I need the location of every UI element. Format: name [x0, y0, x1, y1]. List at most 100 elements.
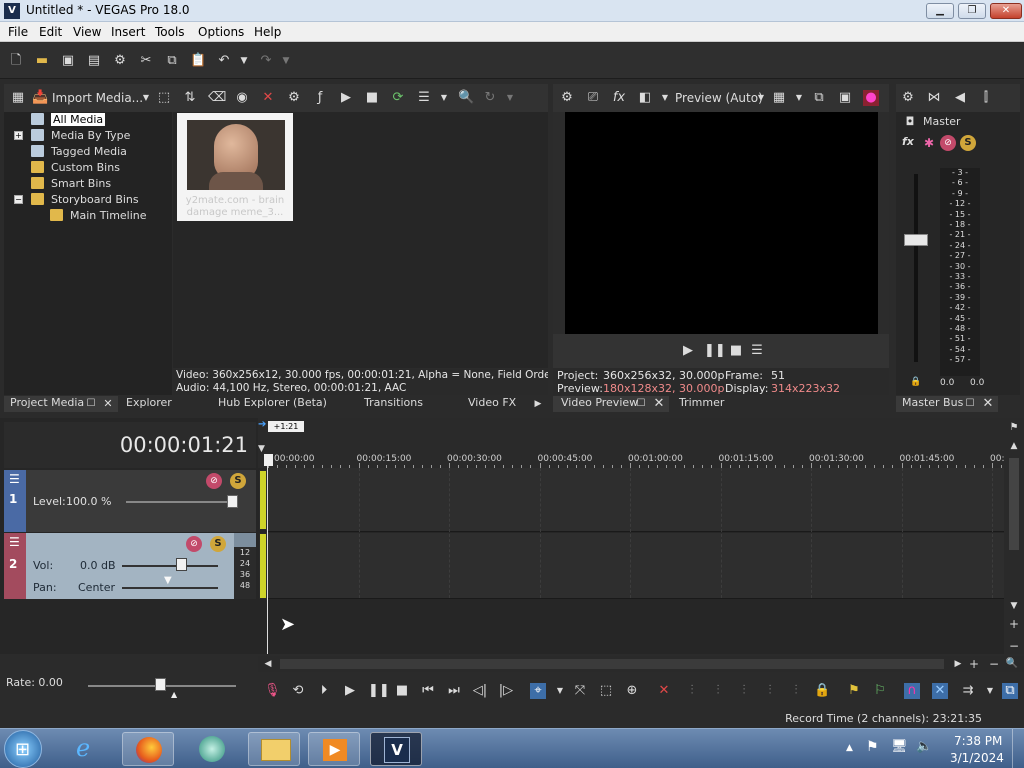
- selection-tool-icon[interactable]: ⬚: [598, 683, 614, 699]
- capture-icon[interactable]: ⬚: [156, 90, 172, 106]
- scroll-right-icon[interactable]: ▶: [950, 656, 966, 672]
- loop-region-icon[interactable]: ▼: [258, 444, 265, 454]
- import-media-button[interactable]: Import Media...: [52, 91, 143, 105]
- menu-view[interactable]: View: [73, 25, 101, 39]
- vscroll-thumb[interactable]: [1009, 458, 1019, 550]
- network-icon[interactable]: 🖥: [891, 739, 908, 754]
- track-1-header[interactable]: ☰ 1 ⊘ S Level: 100.0 %: [4, 470, 256, 532]
- show-desktop-button[interactable]: [1012, 729, 1024, 768]
- track-2-solo-icon[interactable]: S: [210, 536, 226, 552]
- scroll-up-icon[interactable]: ▲: [1006, 438, 1022, 454]
- snapping-icon[interactable]: ∩: [904, 683, 920, 699]
- auto-crossfade-icon[interactable]: ✕: [932, 683, 948, 699]
- undo-dropdown-icon[interactable]: ▼: [236, 53, 252, 69]
- trim-end-icon[interactable]: ⫶: [710, 683, 726, 699]
- record-track-icon[interactable]: 🎙: [264, 683, 281, 699]
- media-thumbnail[interactable]: y2mate.com - brain damage meme_3...: [177, 113, 293, 221]
- taskbar-media-player[interactable]: ▶: [308, 732, 360, 766]
- solo-icon[interactable]: S: [960, 135, 976, 151]
- save-as-icon[interactable]: ▤: [86, 53, 102, 69]
- close-bus-tab-icon[interactable]: ✕: [980, 396, 996, 412]
- bus-settings-icon[interactable]: ⚙: [900, 90, 916, 106]
- lock-event-icon[interactable]: 🔒: [814, 683, 830, 699]
- tab-trimmer[interactable]: Trimmer: [679, 396, 724, 409]
- properties-icon[interactable]: ⚙: [112, 53, 128, 69]
- cut-icon[interactable]: ✂: [138, 53, 154, 69]
- preview-quality-select[interactable]: Preview (Auto): [675, 91, 763, 105]
- copy-snapshot-icon[interactable]: ⧉: [811, 90, 827, 106]
- tab-hub-explorer[interactable]: Hub Explorer (Beta): [218, 396, 327, 409]
- redo-dropdown-icon[interactable]: ▼: [278, 53, 294, 69]
- go-to-start-icon[interactable]: ⏮: [420, 683, 436, 699]
- insert-region-icon[interactable]: ⚐: [872, 683, 888, 699]
- track-2-header[interactable]: ☰ 2 ⊘ S Vol: 0.0 dB Pan: Center ▼ 12 24 …: [4, 533, 256, 599]
- marker-tool-icon[interactable]: ⚑: [1006, 420, 1022, 436]
- redo-icon[interactable]: ↷: [258, 53, 274, 69]
- start-button[interactable]: ⊞: [4, 730, 42, 768]
- rate-slider-handle[interactable]: [155, 678, 166, 691]
- play-icon[interactable]: ▶: [342, 683, 358, 699]
- scroll-left-icon[interactable]: ◀: [260, 656, 276, 672]
- video-fx-icon[interactable]: fx: [611, 90, 627, 106]
- remove-unused-icon[interactable]: ⌫: [208, 90, 226, 106]
- previous-frame-icon[interactable]: ◁|: [472, 683, 488, 699]
- show-hidden-icons[interactable]: ▲: [846, 743, 853, 753]
- next-frame-icon[interactable]: |▷: [498, 683, 514, 699]
- mixer-icon[interactable]: ⫿: [978, 90, 994, 106]
- new-icon[interactable]: 🗋: [8, 53, 24, 69]
- track-2-menu-icon[interactable]: ☰: [9, 535, 20, 549]
- save-icon[interactable]: ▣: [60, 53, 76, 69]
- scroll-down-icon[interactable]: ▼: [1006, 598, 1022, 614]
- track-2-mute-icon[interactable]: ⊘: [186, 536, 202, 552]
- track-1-mute-icon[interactable]: ⊘: [206, 473, 222, 489]
- preview-menu-icon[interactable]: ☰: [749, 343, 765, 359]
- hscroll-thumb[interactable]: [280, 659, 944, 669]
- views-dropdown-icon[interactable]: ▼: [436, 90, 452, 106]
- menu-file[interactable]: File: [8, 25, 28, 39]
- track-1-menu-icon[interactable]: ☰: [9, 472, 20, 486]
- delete-icon[interactable]: ✕: [656, 683, 672, 699]
- vol-slider-handle[interactable]: [176, 558, 187, 571]
- video-event[interactable]: [259, 470, 267, 530]
- playhead-handle[interactable]: [264, 454, 273, 466]
- master-fx-icon[interactable]: fx: [902, 135, 914, 148]
- audio-event[interactable]: [259, 533, 267, 599]
- tab-explorer[interactable]: Explorer: [126, 396, 172, 409]
- copy-icon[interactable]: ⧉: [164, 53, 180, 69]
- media-fx-icon[interactable]: ƒ: [312, 90, 328, 106]
- lock-envelopes-icon[interactable]: ⧉: [1002, 683, 1018, 699]
- close-tab-icon[interactable]: ✕: [100, 396, 116, 412]
- trim-start-icon[interactable]: ⫶: [684, 683, 700, 699]
- paste-icon[interactable]: 📋: [190, 53, 206, 69]
- search-icon[interactable]: 🔍: [458, 90, 474, 106]
- video-track-lane[interactable]: [268, 468, 1004, 532]
- tab-transitions[interactable]: Transitions: [364, 396, 423, 409]
- normal-edit-tool-icon[interactable]: ⌖: [530, 683, 546, 699]
- stop-icon[interactable]: ■: [394, 683, 410, 699]
- taskbar-firefox[interactable]: [122, 732, 174, 766]
- pan-slider-handle[interactable]: ▼: [164, 575, 172, 586]
- mute-icon[interactable]: ⊘: [940, 135, 956, 151]
- speaker-icon[interactable]: ◀: [952, 90, 968, 106]
- overlays-dropdown-icon[interactable]: ▼: [791, 90, 807, 106]
- play-from-start-icon[interactable]: ⏵: [316, 683, 332, 699]
- zoom-tool-icon[interactable]: 🔍: [1004, 656, 1020, 672]
- volume-icon[interactable]: 🔈: [916, 739, 932, 754]
- clock-time[interactable]: 7:38 PM: [954, 734, 1002, 748]
- tab-video-fx[interactable]: Video FX: [468, 396, 516, 409]
- menu-insert[interactable]: Insert: [111, 25, 145, 39]
- media-view-icon[interactable]: ▦: [10, 90, 26, 106]
- clock-date[interactable]: 3/1/2024: [950, 751, 1004, 765]
- pause-icon[interactable]: ❚❚: [368, 683, 390, 699]
- audio-track-lane[interactable]: [268, 533, 1004, 599]
- envelope-tool-icon[interactable]: ⤧: [572, 683, 588, 699]
- web-media-icon[interactable]: ◉: [234, 90, 250, 106]
- loop-playback-icon[interactable]: ⟲: [290, 683, 306, 699]
- menu-options[interactable]: Options: [198, 25, 244, 39]
- get-media-icon[interactable]: ⇅: [182, 90, 198, 106]
- ripple-dropdown-icon[interactable]: ▼: [982, 683, 998, 699]
- zoom-out-track-icon[interactable]: −: [1006, 638, 1022, 654]
- undock-preview-icon[interactable]: ☐: [633, 396, 649, 412]
- split-screen-icon[interactable]: ◧: [637, 90, 653, 106]
- edit-tool-dropdown-icon[interactable]: ▼: [552, 683, 568, 699]
